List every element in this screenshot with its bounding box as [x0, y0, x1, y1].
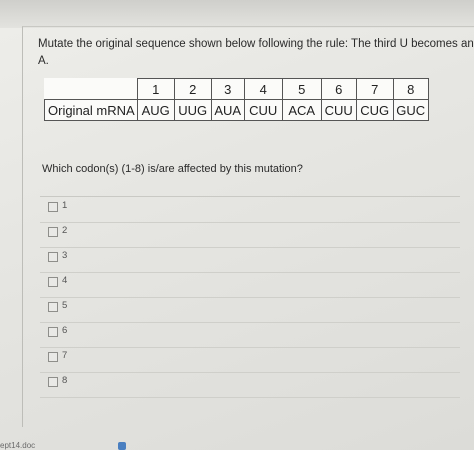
checkbox-4[interactable]	[48, 277, 58, 287]
codon-header-2: 2	[173, 78, 212, 100]
window-top-strip	[0, 0, 474, 28]
codon-cell-1: AUG	[136, 99, 175, 121]
option-label-2: 2	[62, 225, 68, 236]
codon-table: 1 2 3 4 5 6 7 8 Original mRNA AUG UUG AU…	[44, 78, 429, 121]
codon-cell-5: ACA	[281, 99, 322, 121]
codon-header-8: 8	[392, 78, 429, 100]
option-label-1: 1	[62, 200, 68, 211]
checkbox-8[interactable]	[48, 377, 58, 387]
option-label-4: 4	[62, 275, 68, 286]
option-label-8: 8	[62, 375, 68, 386]
option-label-3: 3	[62, 250, 68, 261]
option-label-5: 5	[62, 300, 68, 311]
checkbox-3[interactable]	[48, 252, 58, 262]
codon-header-1: 1	[136, 78, 175, 100]
codon-cell-4: CUU	[243, 99, 283, 121]
codon-header-6: 6	[320, 78, 357, 100]
checkbox-5[interactable]	[48, 302, 58, 312]
row-label-original-mrna: Original mRNA	[44, 99, 138, 121]
option-label-7: 7	[62, 350, 68, 361]
codon-data-row: Original mRNA AUG UUG AUA CUU ACA CUU CU…	[44, 99, 429, 121]
codon-cell-8: GUC	[392, 99, 429, 121]
codon-cell-7: CUG	[355, 99, 394, 121]
taskbar-filename[interactable]: ept14.doc	[0, 441, 35, 450]
question-prompt: Mutate the original sequence shown below…	[38, 36, 474, 70]
table-corner	[44, 78, 138, 100]
page-background: Mutate the original sequence shown below…	[0, 0, 474, 450]
option-label-6: 6	[62, 325, 68, 336]
codon-header-row: 1 2 3 4 5 6 7 8	[44, 78, 429, 100]
checkbox-7[interactable]	[48, 352, 58, 362]
codon-cell-2: UUG	[173, 99, 212, 121]
option-row-7[interactable]: 7	[40, 347, 460, 373]
option-row-2[interactable]: 2	[40, 222, 460, 248]
checkbox-1[interactable]	[48, 202, 58, 212]
option-row-8[interactable]: 8	[40, 372, 460, 398]
option-row-1[interactable]: 1	[40, 197, 460, 223]
option-row-4[interactable]: 4	[40, 272, 460, 298]
document-icon[interactable]	[118, 442, 126, 450]
codon-cell-6: CUU	[320, 99, 357, 121]
sub-question: Which codon(s) (1-8) is/are affected by …	[42, 163, 303, 175]
prompt-line-2: A.	[38, 55, 49, 67]
codon-header-7: 7	[355, 78, 394, 100]
checkbox-6[interactable]	[48, 327, 58, 337]
checkbox-2[interactable]	[48, 227, 58, 237]
codon-header-4: 4	[243, 78, 283, 100]
codon-cell-3: AUA	[210, 99, 245, 121]
option-row-5[interactable]: 5	[40, 297, 460, 323]
codon-header-5: 5	[281, 78, 322, 100]
option-row-3[interactable]: 3	[40, 247, 460, 273]
codon-header-3: 3	[210, 78, 245, 100]
option-row-6[interactable]: 6	[40, 322, 460, 348]
prompt-line-1: Mutate the original sequence shown below…	[38, 38, 474, 50]
